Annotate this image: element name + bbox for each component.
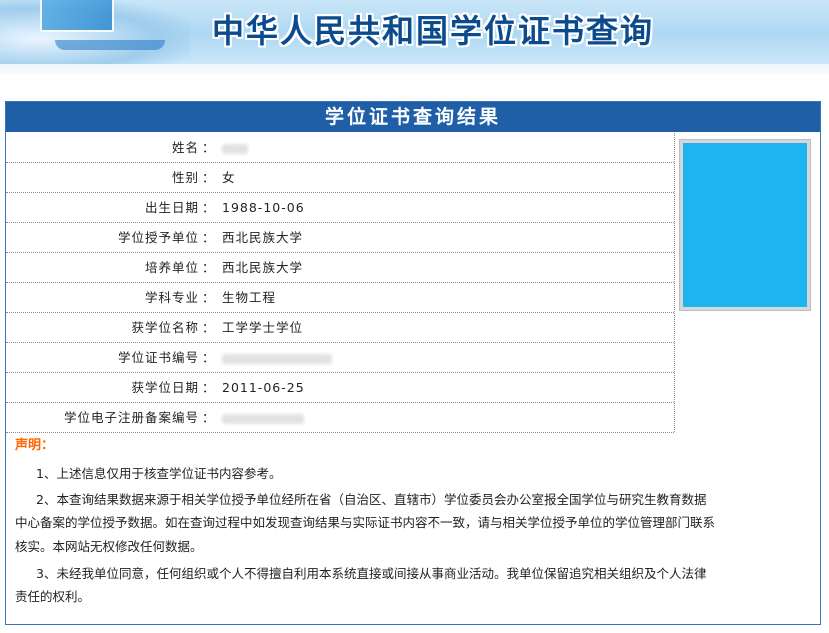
field-value-redacted [222, 343, 332, 372]
field-row-birthdate: 出生日期 ： 1988-10-06 [6, 193, 674, 223]
field-colon: ： [202, 230, 215, 245]
field-value: 工学学士学位 [222, 320, 304, 335]
declaration-line: 责任的权利。 [15, 589, 91, 604]
field-colon: ： [202, 170, 215, 185]
declaration-title: 声明： [15, 438, 55, 453]
declaration-line: 中心备案的学位授予数据。如在查询过程中如发现查询结果与实际证书内容不一致，请与相… [15, 515, 716, 530]
field-label: 出生日期 [144, 200, 199, 215]
site-title: 中华人民共和国学位证书查询 [212, 12, 655, 50]
monitor-icon [40, 0, 114, 32]
field-row-awarding-unit: 学位授予单位 ： 西北民族大学 [6, 223, 674, 253]
spacer [0, 75, 829, 101]
field-colon: ： [202, 140, 215, 155]
field-label: 学位授予单位 [117, 230, 199, 245]
field-row-training-unit: 培养单位 ： 西北民族大学 [6, 253, 674, 283]
field-value: 2011-06-25 [222, 380, 305, 395]
field-row-degree-date: 获学位日期 ： 2011-06-25 [6, 373, 674, 403]
field-row-degree-name: 获学位名称 ： 工学学士学位 [6, 313, 674, 343]
field-colon: ： [202, 200, 215, 215]
field-value: 西北民族大学 [222, 260, 304, 275]
keyboard-icon [55, 40, 165, 50]
field-colon: ： [202, 260, 215, 275]
declaration-line: 2、本查询结果数据来源于相关学位授予单位经所在省（自治区、直辖市）学位委员会办公… [36, 492, 707, 507]
field-row-name: 姓名 ： [6, 133, 674, 163]
field-value-redacted [222, 133, 248, 162]
field-value: 女 [222, 170, 236, 185]
field-value: 生物工程 [222, 290, 277, 305]
field-colon: ： [202, 320, 215, 335]
field-colon: ： [202, 350, 215, 365]
field-row-registration-number: 学位电子注册备案编号 ： [6, 403, 674, 433]
field-row-gender: 性别 ： 女 [6, 163, 674, 193]
computer-graphic [0, 0, 190, 64]
field-colon: ： [202, 410, 215, 425]
field-label: 性别 [171, 170, 199, 185]
column-divider [674, 133, 675, 432]
declaration-line: 1、上述信息仅用于核查学位证书内容参考。 [36, 466, 282, 481]
field-label: 获学位名称 [131, 320, 199, 335]
student-photo [680, 140, 810, 310]
result-table: 姓名 ： 性别 ： 女 出生日期 ： 1988-10-06 学位授予单位 ： 西… [6, 133, 674, 433]
field-row-major: 学科专业 ： 生物工程 [6, 283, 674, 313]
field-label: 获学位日期 [131, 380, 199, 395]
banner-strip [0, 64, 829, 75]
field-label: 学位证书编号 [117, 350, 199, 365]
field-value-redacted [222, 403, 304, 432]
field-row-certificate-number: 学位证书编号 ： [6, 343, 674, 373]
field-colon: ： [202, 380, 215, 395]
field-value: 1988-10-06 [222, 200, 305, 215]
declaration-line: 核实。本网站无权修改任何数据。 [15, 539, 203, 554]
declaration-line: 3、未经我单位同意，任何组织或个人不得擅自利用本系统直接或间接从事商业活动。我单… [36, 566, 707, 581]
field-label: 培养单位 [144, 260, 199, 275]
field-label: 学位电子注册备案编号 [63, 410, 199, 425]
field-colon: ： [202, 290, 215, 305]
field-label: 学科专业 [144, 290, 199, 305]
field-label: 姓名 [171, 140, 199, 155]
result-panel: 学位证书查询结果 姓名 ： 性别 ： 女 出生日期 ： 1988-10-06 学… [5, 101, 821, 625]
header-banner: 中华人民共和国学位证书查询 [0, 0, 829, 75]
field-value: 西北民族大学 [222, 230, 304, 245]
panel-title: 学位证书查询结果 [6, 102, 820, 132]
